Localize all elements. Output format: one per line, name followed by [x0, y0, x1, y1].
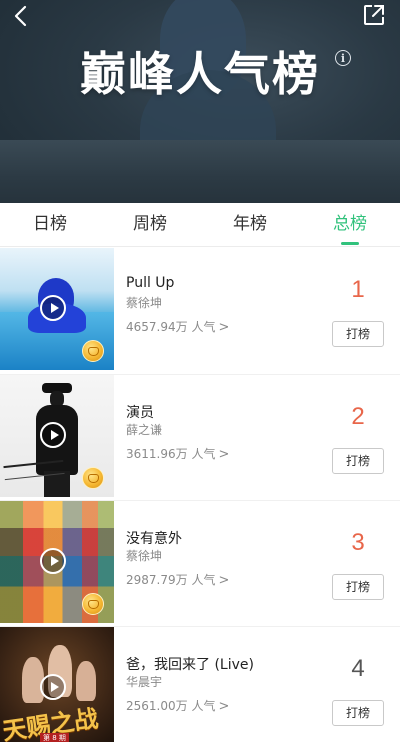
play-icon[interactable]	[40, 295, 66, 321]
song-artist: 薛之谦	[126, 423, 163, 437]
list-item[interactable]: Pull Up 蔡徐坤 4657.94万 人气 > 1 打榜	[0, 248, 400, 374]
chevron-right-icon: >	[218, 699, 230, 714]
chart-tabs: 日榜 周榜 年榜 总榜	[0, 203, 400, 247]
album-cover[interactable]	[0, 375, 114, 497]
song-artist: 蔡徐坤	[126, 549, 163, 563]
crown-badge-icon	[82, 593, 104, 615]
tab-weekly[interactable]: 周榜	[100, 203, 200, 246]
song-title: 爸，我回来了 (Live)	[126, 657, 254, 673]
vote-button[interactable]: 打榜	[332, 321, 384, 347]
rank-number: 3	[351, 529, 365, 556]
rank-number: 1	[351, 276, 365, 303]
popularity-count: 4657.94万 人气	[126, 320, 216, 334]
song-artist: 华晨宇	[126, 675, 163, 689]
rank-number: 4	[351, 655, 365, 682]
crown-badge-icon	[82, 467, 104, 489]
tab-daily[interactable]: 日榜	[0, 203, 100, 246]
song-title: Pull Up	[126, 275, 175, 291]
popularity-link[interactable]: 3611.96万 人气 >	[126, 445, 229, 462]
list-item[interactable]: 没有意外 蔡徐坤 2987.79万 人气 > 3 打榜	[0, 500, 400, 626]
play-icon[interactable]	[40, 674, 66, 700]
chevron-right-icon: >	[218, 573, 230, 588]
vote-button[interactable]: 打榜	[332, 448, 384, 474]
tab-yearly[interactable]: 年榜	[200, 203, 300, 246]
popularity-link[interactable]: 4657.94万 人气 >	[126, 318, 229, 335]
popularity-count: 2561.00万 人气	[126, 699, 216, 713]
album-cover[interactable]	[0, 248, 114, 370]
play-icon[interactable]	[40, 422, 66, 448]
banner-water	[0, 140, 400, 203]
rank-number: 2	[351, 403, 365, 430]
popularity-count: 2987.79万 人气	[126, 573, 216, 587]
page-title: 巅峰人气榜	[80, 47, 320, 101]
list-item[interactable]: 演员 薛之谦 3611.96万 人气 > 2 打榜	[0, 374, 400, 500]
popularity-link[interactable]: 2987.79万 人气 >	[126, 571, 229, 588]
song-list: Pull Up 蔡徐坤 4657.94万 人气 > 1 打榜 演员 薛之谦 361…	[0, 248, 400, 742]
song-artist: 蔡徐坤	[126, 296, 163, 310]
chevron-right-icon: >	[218, 320, 230, 335]
chevron-left-icon	[14, 5, 27, 27]
album-cover[interactable]: 天赐之战 第 8 期	[0, 627, 114, 742]
crown-badge-icon	[82, 340, 104, 362]
song-title: 没有意外	[126, 531, 182, 547]
play-icon[interactable]	[40, 548, 66, 574]
tab-overall[interactable]: 总榜	[300, 203, 400, 246]
album-cover[interactable]	[0, 501, 114, 623]
back-button[interactable]	[6, 2, 34, 30]
song-title: 演员	[126, 405, 154, 421]
info-icon[interactable]: i	[335, 50, 351, 66]
cover-person	[76, 661, 96, 701]
popularity-count: 3611.96万 人气	[126, 447, 216, 461]
list-item[interactable]: 天赐之战 第 8 期 爸，我回来了 (Live) 华晨宇 2561.00万 人气…	[0, 626, 400, 742]
vote-button[interactable]: 打榜	[332, 700, 384, 726]
share-icon	[364, 5, 384, 25]
cover-episode-label: 第 8 期	[40, 733, 69, 742]
chevron-right-icon: >	[218, 447, 230, 462]
share-button[interactable]	[362, 3, 386, 27]
vote-button[interactable]: 打榜	[332, 574, 384, 600]
chart-banner: 巅峰人气榜 i	[0, 0, 400, 203]
popularity-link[interactable]: 2561.00万 人气 >	[126, 697, 229, 714]
